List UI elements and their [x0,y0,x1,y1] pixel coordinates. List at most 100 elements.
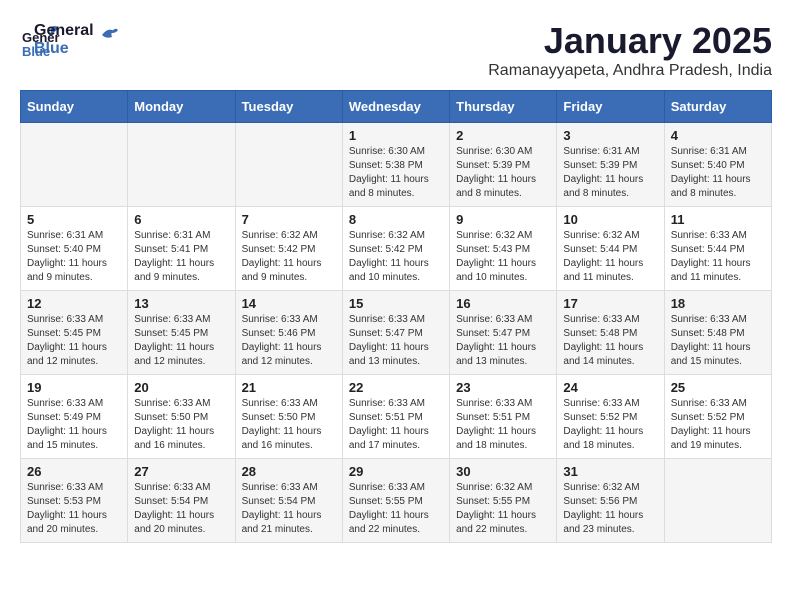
week-row-4: 19 Sunrise: 6:33 AMSunset: 5:49 PMDayligh… [21,375,772,459]
header-row: SundayMondayTuesdayWednesdayThursdayFrid… [21,91,772,123]
col-header-tuesday: Tuesday [235,91,342,123]
day-number: 24 [563,380,657,395]
day-cell [664,459,771,543]
day-number: 5 [27,212,121,227]
day-cell: 7 Sunrise: 6:32 AMSunset: 5:42 PMDaylight… [235,207,342,291]
day-number: 19 [27,380,121,395]
day-number: 21 [242,380,336,395]
day-info: Sunrise: 6:32 AMSunset: 5:42 PMDaylight:… [349,229,443,285]
day-cell: 4Sunrise: 6:31 AMSunset: 5:40 PMDaylight… [664,123,771,207]
day-number: 1 [349,128,443,143]
calendar-table: SundayMondayTuesdayWednesdayThursdayFrid… [20,90,772,543]
day-cell: 15 Sunrise: 6:33 AMSunset: 5:47 PMDayligh… [342,291,449,375]
day-cell [235,123,342,207]
day-cell: 12 Sunrise: 6:33 AMSunset: 5:45 PMDayligh… [21,291,128,375]
day-info: Sunrise: 6:32 AMSunset: 5:43 PMDaylight:… [456,229,550,285]
day-info: Sunrise: 6:33 AMSunset: 5:50 PMDaylight:… [134,397,228,453]
day-cell: 1 Sunrise: 6:30 AMSunset: 5:38 PMDaylight… [342,123,449,207]
day-cell: 11 Sunrise: 6:33 AMSunset: 5:44 PMDayligh… [664,207,771,291]
day-info: Sunrise: 6:31 AMSunset: 5:41 PMDaylight:… [134,229,228,285]
day-number: 11 [671,212,765,227]
week-row-5: 26Sunrise: 6:33 AMSunset: 5:53 PMDayligh… [21,459,772,543]
day-number: 7 [242,212,336,227]
col-header-friday: Friday [557,91,664,123]
day-number: 3 [563,128,657,143]
day-cell: 20 Sunrise: 6:33 AMSunset: 5:50 PMDayligh… [128,375,235,459]
day-info: Sunrise: 6:33 AMSunset: 5:53 PMDaylight:… [27,481,121,537]
day-number: 12 [27,296,121,311]
day-cell: 8 Sunrise: 6:32 AMSunset: 5:42 PMDaylight… [342,207,449,291]
day-cell: 27Sunrise: 6:33 AMSunset: 5:54 PMDayligh… [128,459,235,543]
day-info: Sunrise: 6:32 AMSunset: 5:44 PMDaylight:… [563,229,657,285]
day-cell: 26Sunrise: 6:33 AMSunset: 5:53 PMDayligh… [21,459,128,543]
col-header-thursday: Thursday [450,91,557,123]
day-number: 6 [134,212,228,227]
week-row-3: 12 Sunrise: 6:33 AMSunset: 5:45 PMDayligh… [21,291,772,375]
day-info: Sunrise: 6:33 AMSunset: 5:45 PMDaylight:… [134,313,228,369]
week-row-1: 1 Sunrise: 6:30 AMSunset: 5:38 PMDaylight… [21,123,772,207]
day-number: 9 [456,212,550,227]
day-info: Sunrise: 6:33 AMSunset: 5:49 PMDaylight:… [27,397,121,453]
day-cell: 9 Sunrise: 6:32 AMSunset: 5:43 PMDaylight… [450,207,557,291]
day-info: Sunrise: 6:33 AMSunset: 5:45 PMDaylight:… [27,313,121,369]
day-info: Sunrise: 6:31 AMSunset: 5:39 PMDaylight:… [563,145,657,201]
day-cell: 23 Sunrise: 6:33 AMSunset: 5:51 PMDayligh… [450,375,557,459]
day-number: 14 [242,296,336,311]
day-cell: 2 Sunrise: 6:30 AMSunset: 5:39 PMDaylight… [450,123,557,207]
day-cell: 3 Sunrise: 6:31 AMSunset: 5:39 PMDaylight… [557,123,664,207]
day-cell: 17 Sunrise: 6:33 AMSunset: 5:48 PMDayligh… [557,291,664,375]
day-info: Sunrise: 6:30 AMSunset: 5:39 PMDaylight:… [456,145,550,201]
day-info: Sunrise: 6:32 AMSunset: 5:42 PMDaylight:… [242,229,336,285]
day-number: 2 [456,128,550,143]
day-info: Sunrise: 6:33 AMSunset: 5:47 PMDaylight:… [349,313,443,369]
day-info: Sunrise: 6:33 AMSunset: 5:54 PMDaylight:… [242,481,336,537]
day-number: 16 [456,296,550,311]
day-info: Sunrise: 6:33 AMSunset: 5:48 PMDaylight:… [671,313,765,369]
day-info: Sunrise: 6:33 AMSunset: 5:52 PMDaylight:… [563,397,657,453]
title-block: January 2025 Ramanayyapeta, Andhra Prade… [488,20,772,80]
day-info: Sunrise: 6:33 AMSunset: 5:48 PMDaylight:… [563,313,657,369]
day-info: Sunrise: 6:33 AMSunset: 5:44 PMDaylight:… [671,229,765,285]
day-number: 4 [671,128,765,143]
day-cell: 16 Sunrise: 6:33 AMSunset: 5:47 PMDayligh… [450,291,557,375]
week-row-2: 5Sunrise: 6:31 AMSunset: 5:40 PMDaylight… [21,207,772,291]
day-number: 18 [671,296,765,311]
day-cell: 29Sunrise: 6:33 AMSunset: 5:55 PMDayligh… [342,459,449,543]
day-number: 20 [134,380,228,395]
day-info: Sunrise: 6:33 AMSunset: 5:51 PMDaylight:… [349,397,443,453]
day-number: 8 [349,212,443,227]
col-header-saturday: Saturday [664,91,771,123]
day-number: 30 [456,464,550,479]
day-number: 27 [134,464,228,479]
page-header: General Blue General Blue January 2025 R… [20,20,772,80]
day-cell: 13 Sunrise: 6:33 AMSunset: 5:45 PMDayligh… [128,291,235,375]
day-number: 25 [671,380,765,395]
location: Ramanayyapeta, Andhra Pradesh, India [488,62,772,80]
logo: General Blue General Blue [20,20,120,60]
day-info: Sunrise: 6:33 AMSunset: 5:52 PMDaylight:… [671,397,765,453]
col-header-sunday: Sunday [21,91,128,123]
day-number: 29 [349,464,443,479]
day-number: 17 [563,296,657,311]
day-cell: 18 Sunrise: 6:33 AMSunset: 5:48 PMDayligh… [664,291,771,375]
day-info: Sunrise: 6:32 AMSunset: 5:55 PMDaylight:… [456,481,550,537]
day-info: Sunrise: 6:32 AMSunset: 5:56 PMDaylight:… [563,481,657,537]
day-cell [21,123,128,207]
day-number: 22 [349,380,443,395]
day-cell [128,123,235,207]
day-number: 28 [242,464,336,479]
day-info: Sunrise: 6:33 AMSunset: 5:47 PMDaylight:… [456,313,550,369]
day-number: 15 [349,296,443,311]
col-header-wednesday: Wednesday [342,91,449,123]
calendar-header: SundayMondayTuesdayWednesdayThursdayFrid… [21,91,772,123]
day-info: Sunrise: 6:33 AMSunset: 5:51 PMDaylight:… [456,397,550,453]
logo-bird-icon [100,25,120,45]
day-info: Sunrise: 6:30 AMSunset: 5:38 PMDaylight:… [349,145,443,201]
day-number: 13 [134,296,228,311]
day-number: 31 [563,464,657,479]
day-cell: 25 Sunrise: 6:33 AMSunset: 5:52 PMDayligh… [664,375,771,459]
day-number: 23 [456,380,550,395]
day-cell: 10Sunrise: 6:32 AMSunset: 5:44 PMDayligh… [557,207,664,291]
day-cell: 6 Sunrise: 6:31 AMSunset: 5:41 PMDaylight… [128,207,235,291]
logo-blue-text: Blue [34,40,94,58]
